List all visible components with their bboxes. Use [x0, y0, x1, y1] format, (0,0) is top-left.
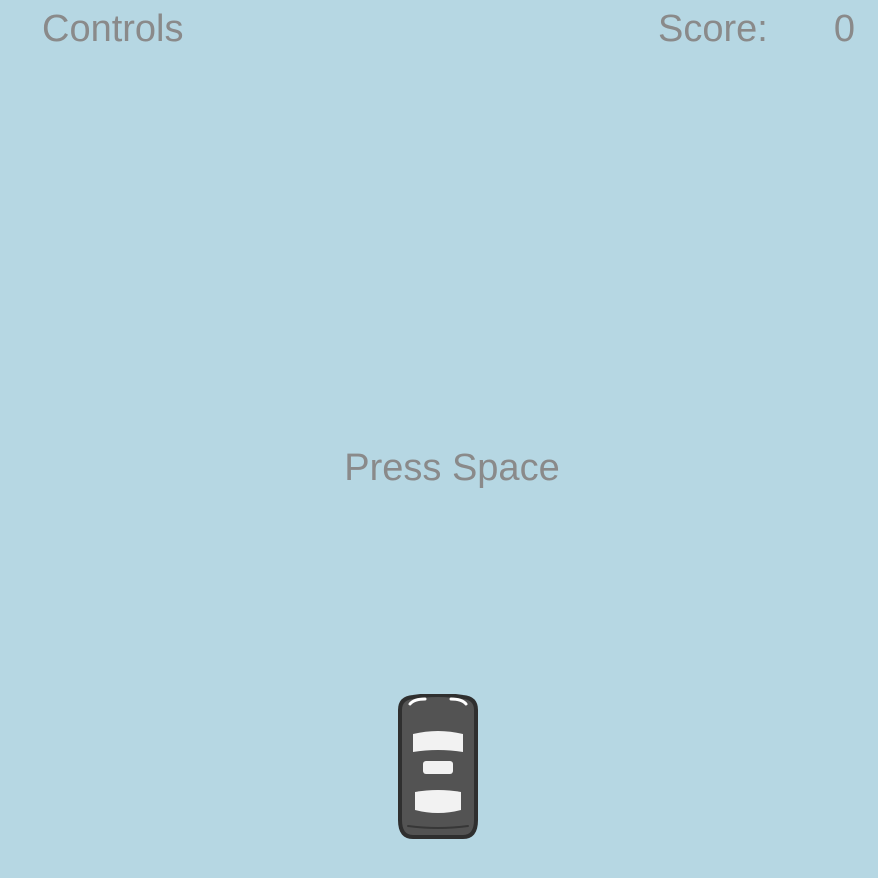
player-car[interactable] [397, 694, 479, 841]
score-label: Score: [658, 8, 768, 50]
roof-window [423, 761, 453, 774]
controls-button[interactable]: Controls [42, 10, 184, 48]
score-value: 0 [833, 8, 855, 50]
press-space-prompt: Press Space [344, 447, 560, 489]
game-stage: Controls Score: 0 Press Space [0, 0, 878, 878]
front-windshield [413, 731, 463, 752]
rear-window [415, 790, 461, 813]
car-icon [398, 694, 478, 839]
